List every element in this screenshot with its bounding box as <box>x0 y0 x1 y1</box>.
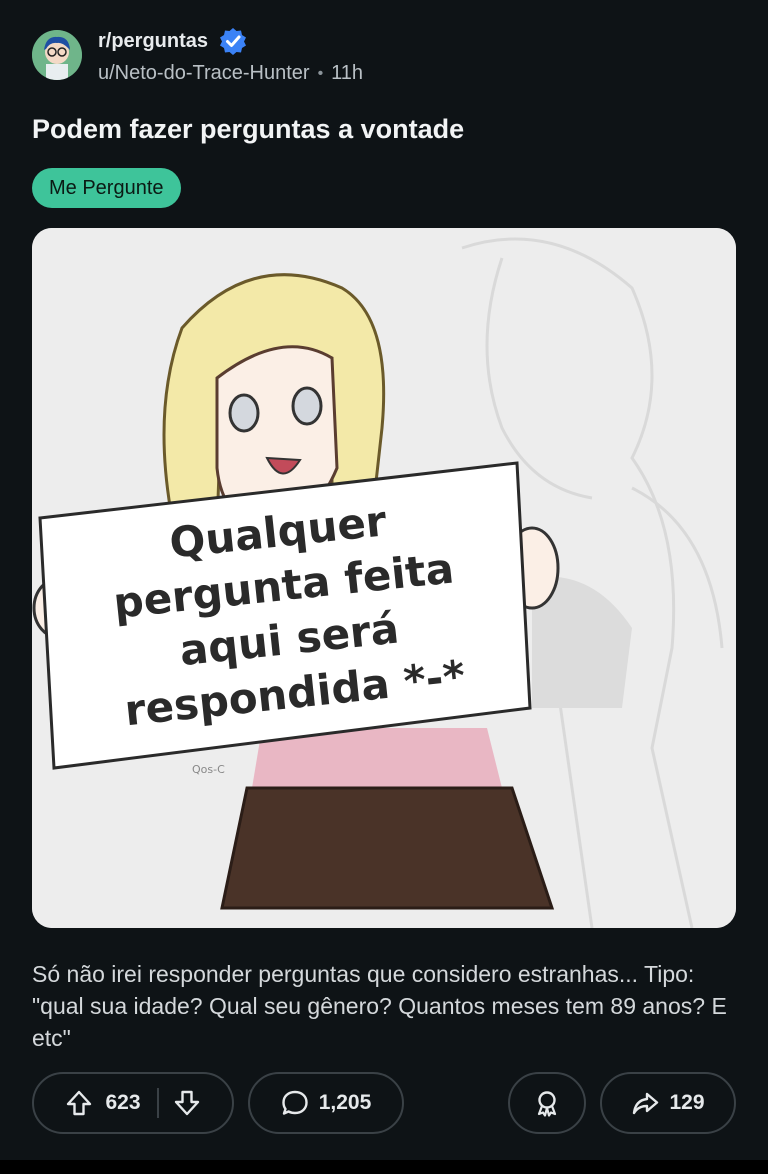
vote-divider <box>156 1088 159 1118</box>
comment-count: 1,205 <box>318 1091 372 1114</box>
upvote-count: 623 <box>105 1091 141 1114</box>
share-count: 129 <box>669 1091 705 1114</box>
downvote-icon[interactable] <box>173 1089 201 1117</box>
post-flair[interactable]: Me Pergunte <box>32 168 181 208</box>
post-header: r/perguntas u/Neto-do-Trace-Hunter • 11h <box>32 28 732 88</box>
post-card[interactable]: r/perguntas u/Neto-do-Trace-Hunter • 11h… <box>0 0 768 1160</box>
comments-button[interactable]: 1,205 <box>248 1072 404 1134</box>
post-body: Só não irei responder perguntas que cons… <box>32 961 727 1051</box>
share-arrow-icon <box>631 1089 659 1117</box>
meta-separator: • <box>317 64 324 82</box>
artist-signature: Qos-C <box>192 763 225 776</box>
post-age: 11h <box>331 62 364 84</box>
award-icon <box>533 1089 561 1117</box>
award-button[interactable] <box>508 1072 586 1134</box>
post-actions: 623 1,205 129 <box>32 1072 736 1136</box>
author-name[interactable]: u/Neto-do-Trace-Hunter <box>98 62 310 85</box>
vote-control: 623 <box>32 1072 234 1134</box>
upvote-icon[interactable] <box>65 1089 93 1117</box>
subreddit-name[interactable]: r/perguntas <box>98 30 208 53</box>
post-title[interactable]: Podem fazer perguntas a vontade <box>32 114 464 145</box>
post-image[interactable]: Qualquer pergunta feita aqui será respon… <box>32 228 736 928</box>
share-button[interactable]: 129 <box>600 1072 736 1134</box>
comment-bubble-icon <box>281 1089 309 1117</box>
subreddit-avatar[interactable] <box>32 30 82 80</box>
bottom-edge <box>0 1160 768 1174</box>
verified-badge-icon <box>218 26 248 56</box>
